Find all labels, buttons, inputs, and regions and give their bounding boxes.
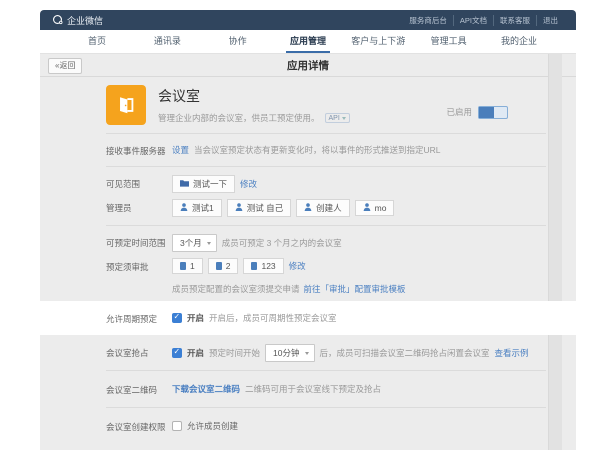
create-permission-checkbox[interactable] [172, 421, 182, 431]
admin-member-tag[interactable]: 测试1 [172, 199, 222, 217]
topbar-link-api-docs[interactable]: API文档 [453, 15, 493, 26]
periodic-booking-row: 允许周期预定 开启 开启后，成员可周期性预定会议室 [0, 301, 614, 335]
nav-tab-customers[interactable]: 客户与上下游 [349, 30, 407, 53]
approval-row: 预定须审批 1 2 123 修改 成员预定配置的会议室须提交申请 前往「审批」 [40, 254, 576, 297]
topbar-link-contact-support[interactable]: 联系客服 [493, 15, 536, 26]
approval-modify-link[interactable]: 修改 [289, 260, 306, 272]
qrcode-row: 会议室二维码 下载会议室二维码 二维码可用于会议室线下预定及抢占 [40, 371, 576, 407]
event-server-settings-link[interactable]: 设置 [172, 144, 189, 156]
toggle-knob [479, 107, 494, 118]
nav-tab-contacts[interactable]: 通讯录 [138, 30, 196, 53]
topbar-link-logout[interactable]: 退出 [536, 15, 564, 26]
room-seize-row: 会议室抢占 开启 预定时间开始 10分钟 后，成员可扫描会议室二维码抢占闲置会议… [40, 335, 576, 370]
nav-tab-my-company[interactable]: 我的企业 [490, 30, 548, 53]
room-seize-post-text: 后，成员可扫描会议室二维码抢占闲置会议室 [320, 347, 490, 359]
person-icon [363, 203, 371, 213]
enabled-status-label: 已启用 [446, 106, 472, 118]
periodic-booking-label: 允许周期预定 [106, 310, 172, 325]
brand-label: 企业微信 [67, 14, 103, 27]
approval-room-tag[interactable]: 123 [243, 258, 283, 274]
page-header: «返回 应用详情 [40, 54, 576, 77]
visible-range-row: 可见范围 测试一下 修改 [40, 167, 576, 196]
wecom-logo-icon [52, 14, 63, 27]
page-title: 应用详情 [287, 58, 329, 73]
bookable-range-select[interactable]: 3个月 [172, 234, 217, 252]
create-permission-option-label: 允许成员创建 [187, 420, 238, 432]
app-summary-section: 会议室 管理企业内部的会议室，供员工预定使用。 API 已启用 [40, 77, 576, 133]
approval-room-tag[interactable]: 1 [172, 258, 203, 274]
caret-down-icon [342, 117, 346, 120]
brand[interactable]: 企业微信 [52, 14, 103, 27]
room-seize-delay-select[interactable]: 10分钟 [265, 344, 314, 362]
app-name: 会议室 [158, 86, 446, 106]
door-icon [216, 262, 222, 270]
visible-range-label: 可见范围 [106, 175, 172, 190]
room-seize-toggle-label: 开启 [187, 347, 204, 359]
caret-down-icon [305, 352, 309, 355]
qrcode-download-link[interactable]: 下载会议室二维码 [172, 383, 240, 395]
nav-tab-admin-tools[interactable]: 管理工具 [420, 30, 478, 53]
admin-member-tag[interactable]: mo [355, 200, 395, 216]
folder-icon [180, 179, 189, 189]
bookable-range-label: 可预定时间范围 [106, 234, 172, 249]
door-icon [251, 262, 257, 270]
topbar: 企业微信 服务商后台 API文档 联系客服 退出 [40, 10, 576, 30]
visible-range-modify-link[interactable]: 修改 [240, 178, 257, 190]
periodic-booking-desc: 开启后，成员可周期性预定会议室 [209, 312, 337, 324]
room-seize-checkbox[interactable] [172, 348, 182, 358]
door-icon [180, 262, 186, 270]
event-server-row: 接收事件服务器 设置 当会议室预定状态有更新变化时，将以事件的形式推送到指定UR… [40, 134, 576, 166]
admin-console-window: 企业微信 服务商后台 API文档 联系客服 退出 首页 通讯录 协作 应用管理 … [40, 10, 576, 450]
visible-range-department-tag[interactable]: 测试一下 [172, 175, 235, 193]
periodic-booking-toggle-label: 开启 [187, 312, 204, 324]
nav-tab-home[interactable]: 首页 [68, 30, 126, 53]
create-permission-label: 会议室创建权限 [106, 418, 172, 433]
admins-label: 管理员 [106, 199, 172, 214]
room-seize-label: 会议室抢占 [106, 344, 172, 359]
event-server-desc: 当会议室预定状态有更新变化时，将以事件的形式推送到指定URL [194, 144, 441, 156]
event-server-label: 接收事件服务器 [106, 142, 172, 157]
app-info: 会议室 管理企业内部的会议室，供员工预定使用。 API [158, 85, 446, 125]
bookable-range-desc: 成员可预定 3 个月之内的会议室 [222, 237, 342, 249]
caret-down-icon [207, 242, 211, 245]
room-seize-pre-text: 预定时间开始 [209, 347, 260, 359]
app-status: 已启用 [446, 99, 508, 125]
main-nav: 首页 通讯录 协作 应用管理 客户与上下游 管理工具 我的企业 [40, 30, 576, 54]
admins-row: 管理员 测试1 测试 自己 创建人 mo [40, 196, 576, 225]
scrollbar[interactable] [548, 54, 562, 450]
nav-tab-collaboration[interactable]: 协作 [209, 30, 267, 53]
periodic-booking-checkbox[interactable] [172, 313, 182, 323]
create-permission-row: 会议室创建权限 允许成员创建 [40, 408, 576, 442]
person-icon [180, 203, 188, 213]
topbar-link-provider-console[interactable]: 服务商后台 [403, 15, 453, 26]
person-icon [304, 203, 312, 213]
approval-note: 成员预定配置的会议室须提交申请 [172, 283, 300, 295]
admin-member-tag[interactable]: 创建人 [296, 199, 350, 217]
qrcode-label: 会议室二维码 [106, 381, 172, 396]
bookable-range-row: 可预定时间范围 3个月 成员可预定 3 个月之内的会议室 [40, 226, 576, 254]
meeting-room-app-icon [106, 85, 146, 125]
admin-member-tag[interactable]: 测试 自己 [227, 199, 291, 217]
person-icon [235, 203, 243, 213]
page-content: «返回 应用详情 会议室 管理企业内部的会议室，供员工预定使用。 API [40, 54, 576, 450]
room-seize-example-link[interactable]: 查看示例 [495, 347, 529, 359]
approval-template-link[interactable]: 前往「审批」配置审批模板 [304, 283, 406, 295]
app-description: 管理企业内部的会议室，供员工预定使用。 [158, 112, 320, 124]
back-button[interactable]: «返回 [48, 58, 82, 74]
approval-room-tag[interactable]: 2 [208, 258, 239, 274]
nav-tab-app-management[interactable]: 应用管理 [279, 30, 337, 53]
enabled-toggle[interactable] [478, 106, 508, 119]
topbar-links: 服务商后台 API文档 联系客服 退出 [403, 15, 564, 26]
qrcode-desc: 二维码可用于会议室线下预定及抢占 [245, 383, 381, 395]
api-tag[interactable]: API [325, 113, 350, 123]
approval-label: 预定须审批 [106, 258, 172, 273]
